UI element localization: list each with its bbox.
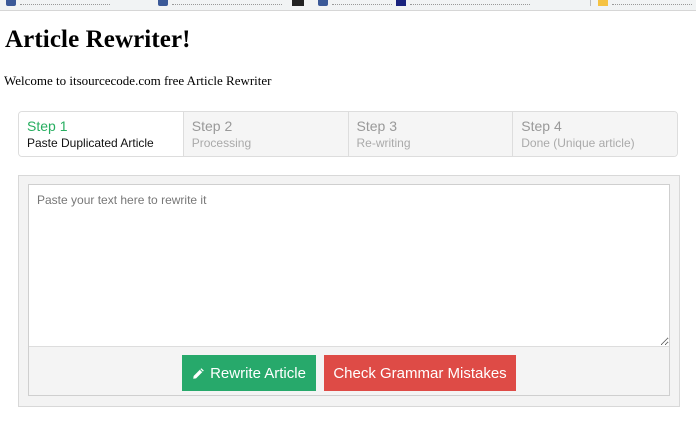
step-desc: Paste Duplicated Article [27,136,154,150]
welcome-text: Welcome to itsourcecode.com free Article… [4,73,272,88]
pencil-icon [192,367,205,380]
step-title: Step 1 [27,118,68,134]
facebook-icon [6,0,16,6]
facebook-icon [158,0,168,6]
bookmark-item[interactable] [396,0,530,6]
bookmark-item[interactable] [6,0,110,6]
folder-icon [598,0,608,6]
bookmark-dark-icon [292,0,304,6]
page-title: Article Rewriter! [5,26,191,53]
step-title: Step 4 [521,118,562,134]
step-title: Step 3 [356,118,397,134]
bookmark-item[interactable] [318,0,392,6]
bookmark-item[interactable] [292,0,304,6]
steps-wizard: Step 1 Paste Duplicated Article Step 2 P… [18,111,678,157]
rewrite-button-label: Rewrite Article [210,364,306,382]
step-desc: Done (Unique article) [521,136,635,150]
check-grammar-button[interactable]: Check Grammar Mistakes [324,355,516,391]
rewriter-panel: Rewrite Article Check Grammar Mistakes [18,175,680,407]
facebook-icon [318,0,328,6]
step-2: Step 2 Processing [182,112,348,156]
bookmarks-separator [590,0,591,6]
article-input[interactable] [29,185,669,347]
bookmark-folder[interactable] [598,0,692,6]
bookmark-item[interactable] [158,0,282,6]
grammar-button-label: Check Grammar Mistakes [333,364,507,382]
step-4: Step 4 Done (Unique article) [512,112,677,156]
step-desc: Processing [191,136,252,150]
step-1: Step 1 Paste Duplicated Article [19,112,183,156]
rewrite-article-button[interactable]: Rewrite Article [182,355,316,391]
bookmarks-bar [0,0,696,11]
step-desc: Re-writing [356,136,411,150]
step-title: Step 2 [191,118,233,134]
step-3: Step 3 Re-writing [347,112,513,156]
rewriter-form: Rewrite Article Check Grammar Mistakes [28,184,670,396]
bookmark-site-icon [396,0,406,6]
